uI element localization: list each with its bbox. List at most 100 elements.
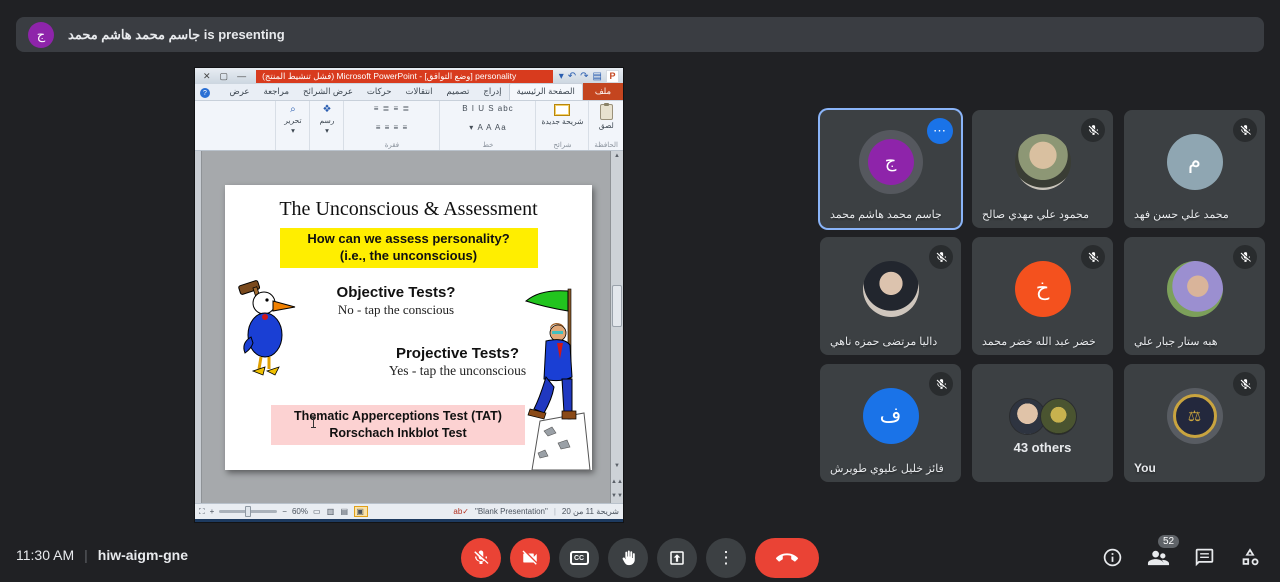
ppt-tab-transitions: انتقالات — [398, 84, 439, 100]
ppt-tab-view: عرض — [222, 84, 256, 100]
participant-tile[interactable]: محمود علي مهدي صالح — [972, 110, 1113, 228]
ribbon-group-paragraph: ≣ ≡ ≣ ≡ ≡ ≡ ≡ ≡ فقرة — [343, 101, 439, 150]
ppt-vertical-scrollbar: ▲ ▼ ▲▲ ▼▼ — [610, 151, 623, 503]
shapes-icon: ❖ — [322, 104, 331, 115]
avatar: خ — [1015, 261, 1071, 317]
participant-name: محمد علي حسن فهد — [1134, 208, 1229, 221]
activities-button[interactable] — [1238, 545, 1262, 569]
university-emblem-icon: ⚖ — [1173, 394, 1217, 438]
meeting-info: 11:30 AM | hiw-aigm-gne — [16, 547, 188, 563]
participant-name: جاسم محمد هاشم محمد — [830, 208, 942, 221]
ribbon-group-font: B I U S abc A A Aa ▾ خط — [439, 101, 535, 150]
call-controls: CC ⋮ — [461, 538, 819, 578]
ppt-tab-insert: إدراج — [476, 84, 508, 100]
font-group-label: خط — [482, 141, 493, 149]
scroll-up-icon: ▲ — [611, 153, 623, 159]
document-name: "Blank Presentation" — [475, 507, 548, 516]
text-cursor — [313, 417, 314, 428]
meeting-details-button[interactable] — [1100, 545, 1124, 569]
presenting-banner: ج جاسم محمد هاشم محمد is presenting — [16, 17, 1264, 52]
participant-tile[interactable]: م محمد علي حسن فهد — [1124, 110, 1265, 228]
end-call-button[interactable] — [755, 538, 819, 578]
participant-name: داليا مرتضى حمزه ناهي — [830, 335, 937, 348]
clipboard-group-label: الحافظة — [594, 141, 618, 149]
participant-tile-presenter[interactable]: ⋯ ج جاسم محمد هاشم محمد — [820, 110, 961, 228]
mic-toggle-button[interactable] — [461, 538, 501, 578]
dropdown-icon: ▾ — [291, 126, 295, 135]
new-slide-icon — [554, 104, 570, 116]
ppt-status-bar: ⛶ + − 60% ▭ ▥ ▤ ▣ ab✓ "Blank Presentatio… — [195, 503, 623, 519]
ppt-tab-slideshow: عرض الشرائح — [296, 84, 360, 100]
slide-yellow-callout: How can we assess personality? (i.e., th… — [280, 228, 538, 268]
participant-count-badge: 52 — [1158, 535, 1179, 548]
more-options-button[interactable]: ⋮ — [706, 538, 746, 578]
mic-off-icon — [929, 372, 953, 396]
others-avatars — [1009, 398, 1077, 435]
avatar: ف — [863, 388, 919, 444]
panel-icons: 52 — [1100, 545, 1262, 569]
paragraph-icons-row2: ≡ ≡ ≡ ≡ — [376, 123, 408, 132]
participant-tile[interactable]: خ خضر عبد الله خضر محمد — [972, 237, 1113, 355]
save-icon: ▤ — [593, 71, 602, 82]
raise-hand-button[interactable] — [608, 538, 648, 578]
avatar: ج — [868, 139, 914, 185]
participant-name: خضر عبد الله خضر محمد — [982, 335, 1096, 348]
ppt-tab-design: تصميم — [440, 84, 477, 100]
ppt-window-title: personality ‏[وضع التوافق] - Microsoft P… — [256, 70, 553, 83]
binoculars-icon: ⌕ — [290, 104, 296, 115]
ribbon-group-drawing: ❖ رسم ▾ — [309, 101, 343, 150]
draw-button: ❖ رسم ▾ — [319, 104, 334, 135]
avatar-logo: ⚖ — [1167, 388, 1223, 444]
scrollbar-thumb — [612, 285, 622, 327]
avatar: م — [1167, 134, 1223, 190]
close-icon: ✕ — [203, 71, 211, 82]
participant-tile-others[interactable]: 43 others — [972, 364, 1113, 482]
tile-menu-button[interactable]: ⋯ — [927, 118, 953, 144]
avatar-photo — [1167, 261, 1223, 317]
dropdown-icon: ▾ — [559, 71, 564, 82]
chat-button[interactable] — [1192, 545, 1216, 569]
mic-off-icon — [1233, 118, 1257, 142]
zoom-slider-thumb — [245, 506, 251, 517]
present-button[interactable] — [657, 538, 697, 578]
ppt-ribbon: لصق الحافظة شريحة جديدة شرائح B I U S ab… — [195, 101, 623, 151]
font-format-icons: B I U S abc — [462, 104, 513, 113]
participant-tile[interactable]: ف فائز خليل عليوي طويرش — [820, 364, 961, 482]
ppt-ribbon-tabs: ملف الصفحة الرئيسية إدراج تصميم انتقالات… — [195, 84, 623, 101]
participants-button[interactable]: 52 — [1146, 545, 1170, 569]
participant-grid: ⋯ ج جاسم محمد هاشم محمد محمود علي مهدي ص… — [820, 110, 1265, 482]
zoom-out-icon: − — [282, 507, 287, 516]
slide-pink-callout: Thematic Apperceptions Test (TAT) Rorsch… — [271, 405, 525, 445]
others-count: 43 others — [972, 440, 1113, 455]
meeting-code: hiw-aigm-gne — [98, 547, 188, 563]
participant-name: محمود علي مهدي صالح — [982, 208, 1089, 221]
participant-name: هبه ستار جبار علي — [1134, 335, 1218, 348]
shared-screen-presentation[interactable]: ✕ ▢ — personality ‏[وضع التوافق] - Micro… — [195, 68, 623, 522]
help-icon: ? — [200, 88, 210, 98]
participant-tile[interactable]: داليا مرتضى حمزه ناهي — [820, 237, 961, 355]
presenter-name: جاسم محمد هاشم محمد — [68, 27, 200, 42]
more-vert-icon: ⋮ — [718, 548, 735, 568]
captions-button[interactable]: CC — [559, 538, 599, 578]
spellcheck-icon: ab✓ — [453, 507, 469, 516]
participant-tile-you[interactable]: ⚖ You — [1124, 364, 1265, 482]
slide-counter: شريحة 11 من 20 — [562, 507, 619, 516]
captions-icon: CC — [570, 551, 589, 565]
taskbar-strip — [195, 519, 623, 522]
objective-tests-block: Objective Tests? No - tap the conscious — [321, 284, 471, 318]
ppt-tab-review: مراجعة — [257, 84, 297, 100]
projective-tests-block: Projective Tests? Yes - tap the unconsci… — [365, 345, 550, 379]
presenter-avatar: ج — [28, 22, 54, 48]
avatar-ring: ج — [859, 130, 923, 194]
font-size-icons: A A Aa ▾ — [469, 123, 506, 132]
ppt-window-controls: ✕ ▢ — — [195, 71, 254, 82]
ppt-collapsed-pane — [195, 151, 202, 503]
participant-tile[interactable]: هبه ستار جبار علي — [1124, 237, 1265, 355]
zoom-slider — [219, 510, 277, 513]
camera-toggle-button[interactable] — [510, 538, 550, 578]
new-slide-button: شريحة جديدة — [541, 104, 583, 126]
participant-name: فائز خليل عليوي طويرش — [830, 462, 944, 475]
mic-off-icon — [1233, 372, 1257, 396]
ppt-tab-animations: حركات — [360, 84, 399, 100]
avatar-photo — [863, 261, 919, 317]
